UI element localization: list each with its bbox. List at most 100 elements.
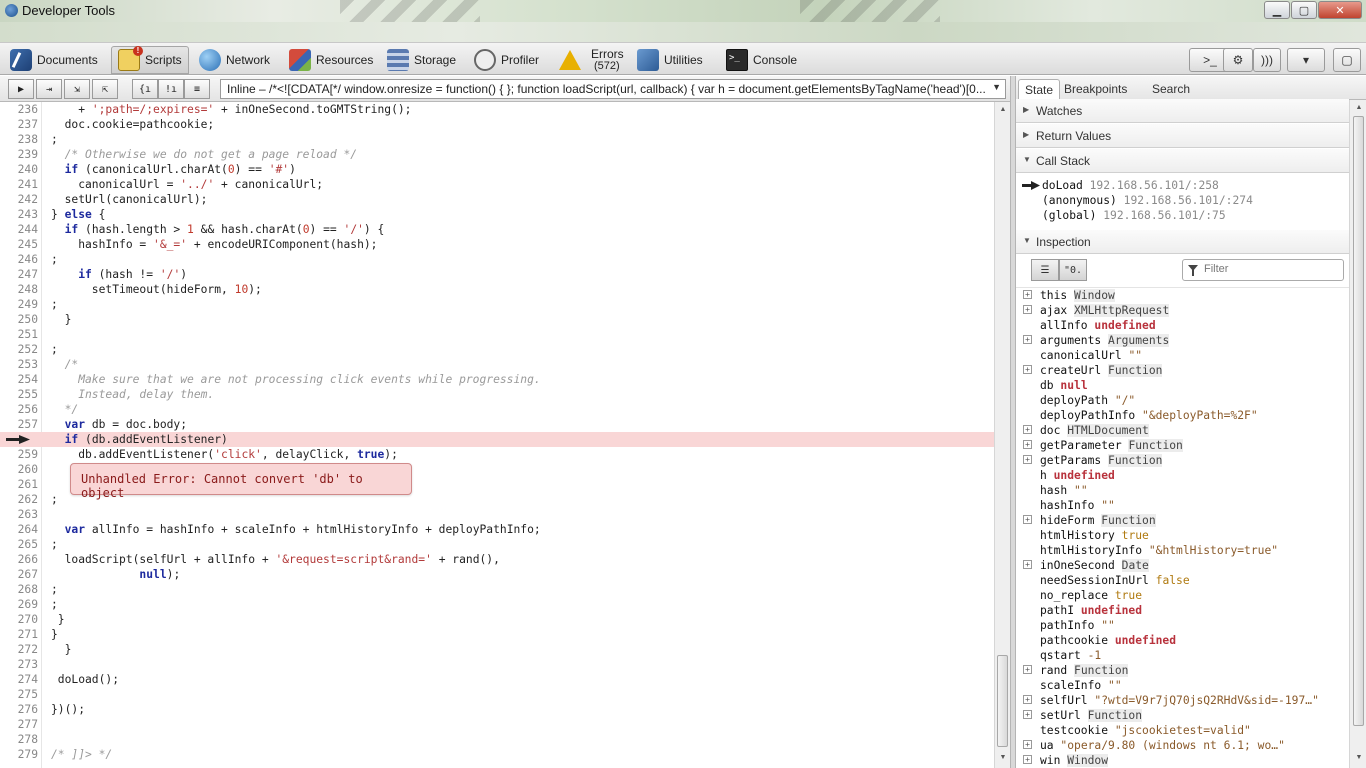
line-number[interactable]: 275 bbox=[0, 687, 38, 702]
inspection-variable-row[interactable]: + hideForm Function bbox=[1016, 513, 1349, 528]
line-number[interactable]: 257 bbox=[0, 417, 38, 432]
code-scrollbar-thumb[interactable] bbox=[997, 655, 1008, 747]
line-number[interactable]: 252 bbox=[0, 342, 38, 357]
inspection-variable-row[interactable]: + win Window bbox=[1016, 753, 1349, 768]
inspection-section[interactable]: ▼ Inspection bbox=[1016, 230, 1349, 254]
line-number[interactable]: 240 bbox=[0, 162, 38, 177]
tab-state[interactable]: State bbox=[1018, 79, 1061, 100]
line-number[interactable]: 268 bbox=[0, 582, 38, 597]
minimize-button[interactable]: ▁ bbox=[1264, 1, 1290, 19]
tab-storage[interactable]: Storage bbox=[381, 46, 462, 74]
continue-button[interactable]: ▶ bbox=[8, 79, 34, 99]
line-number[interactable]: 239 bbox=[0, 147, 38, 162]
inspection-variable-row[interactable]: + inOneSecond Date bbox=[1016, 558, 1349, 573]
scroll-up-icon[interactable]: ▲ bbox=[998, 106, 1008, 114]
hide-default-properties-button[interactable]: "0. bbox=[1059, 259, 1087, 281]
inspection-variable-row[interactable]: + this Window bbox=[1016, 288, 1349, 303]
source-code-view[interactable]: 236 + ';path=/;expires=' + inOneSecond.t… bbox=[0, 102, 1010, 768]
watches-section[interactable]: ▶ Watches bbox=[1016, 99, 1349, 123]
line-number[interactable]: 266 bbox=[0, 552, 38, 567]
line-number[interactable]: 271 bbox=[0, 627, 38, 642]
tab-profiler[interactable]: Profiler bbox=[468, 46, 545, 74]
line-number[interactable]: 241 bbox=[0, 177, 38, 192]
inspection-variable-row[interactable]: + selfUrl "?wtd=V9r7jQ70jsQ2RHdV&sid=-197… bbox=[1016, 693, 1349, 708]
inspection-variable-row[interactable]: + getParams Function bbox=[1016, 453, 1349, 468]
inspection-variable-row[interactable]: + setUrl Function bbox=[1016, 708, 1349, 723]
call-stack-frame[interactable]: doLoad 192.168.56.101/:258 bbox=[1016, 178, 1349, 193]
state-panel-scrollbar-thumb[interactable] bbox=[1353, 116, 1364, 726]
expand-plus-icon[interactable]: + bbox=[1023, 425, 1032, 434]
return-values-section[interactable]: ▶ Return Values bbox=[1016, 124, 1349, 148]
line-number[interactable]: 272 bbox=[0, 642, 38, 657]
expand-plus-icon[interactable]: + bbox=[1023, 365, 1032, 374]
line-number[interactable]: 263 bbox=[0, 507, 38, 522]
scroll-up-icon[interactable]: ▲ bbox=[1354, 104, 1364, 112]
tab-utilities[interactable]: Utilities bbox=[631, 46, 709, 74]
expand-plus-icon[interactable]: + bbox=[1023, 440, 1032, 449]
state-panel-scrollbar[interactable]: ▲ ▼ bbox=[1349, 100, 1366, 768]
stop-at-error-button[interactable]: !ı bbox=[158, 79, 184, 99]
stop-at-exception-button[interactable]: {ı bbox=[132, 79, 158, 99]
line-number[interactable]: 267 bbox=[0, 567, 38, 582]
tab-scripts[interactable]: Scripts bbox=[111, 46, 189, 74]
line-number[interactable]: 254 bbox=[0, 372, 38, 387]
scroll-down-icon[interactable]: ▼ bbox=[998, 754, 1008, 762]
line-number[interactable]: 279 bbox=[0, 747, 38, 762]
call-stack-frame[interactable]: (global) 192.168.56.101/:75 bbox=[1016, 208, 1349, 223]
line-number[interactable]: 237 bbox=[0, 117, 38, 132]
line-number[interactable]: 247 bbox=[0, 267, 38, 282]
step-into-button[interactable]: ⇥ bbox=[36, 79, 62, 99]
inspection-variable-row[interactable]: + ua "opera/9.80 (windows nt 6.1; wo…" bbox=[1016, 738, 1349, 753]
expand-plus-icon[interactable]: + bbox=[1023, 755, 1032, 764]
line-number[interactable]: 274 bbox=[0, 672, 38, 687]
line-number[interactable]: 255 bbox=[0, 387, 38, 402]
expand-plus-icon[interactable]: + bbox=[1023, 305, 1032, 314]
line-number[interactable]: 238 bbox=[0, 132, 38, 147]
line-number[interactable]: 248 bbox=[0, 282, 38, 297]
line-number[interactable]: 249 bbox=[0, 297, 38, 312]
line-number[interactable]: 265 bbox=[0, 537, 38, 552]
scroll-down-icon[interactable]: ▼ bbox=[1354, 754, 1364, 762]
step-over-button[interactable]: ⇲ bbox=[64, 79, 90, 99]
tab-breakpoints[interactable]: Breakpoints bbox=[1058, 79, 1133, 100]
pretty-print-button[interactable]: ≡ bbox=[184, 79, 210, 99]
inspection-variable-row[interactable]: + createUrl Function bbox=[1016, 363, 1349, 378]
inspection-variable-row[interactable]: + getParameter Function bbox=[1016, 438, 1349, 453]
call-stack-section[interactable]: ▼ Call Stack bbox=[1016, 149, 1349, 173]
line-number[interactable]: 259 bbox=[0, 447, 38, 462]
line-number[interactable]: 276 bbox=[0, 702, 38, 717]
inspection-variable-row[interactable]: + arguments Arguments bbox=[1016, 333, 1349, 348]
line-number[interactable]: 273 bbox=[0, 657, 38, 672]
line-number[interactable]: 250 bbox=[0, 312, 38, 327]
tab-resources[interactable]: Resources bbox=[283, 46, 379, 74]
line-number[interactable]: 278 bbox=[0, 732, 38, 747]
settings-button[interactable]: ⚙ bbox=[1223, 48, 1253, 72]
close-button[interactable]: ✕ bbox=[1318, 1, 1362, 19]
filter-input[interactable]: Filter bbox=[1182, 259, 1344, 281]
line-number[interactable]: 245 bbox=[0, 237, 38, 252]
line-number[interactable]: 246 bbox=[0, 252, 38, 267]
expand-plus-icon[interactable]: + bbox=[1023, 455, 1032, 464]
tab-network[interactable]: Network bbox=[193, 46, 276, 74]
line-number[interactable]: 260 bbox=[0, 462, 38, 477]
line-number[interactable]: 244 bbox=[0, 222, 38, 237]
expand-plus-icon[interactable]: + bbox=[1023, 740, 1032, 749]
line-number[interactable]: 261 bbox=[0, 477, 38, 492]
line-number[interactable]: 269 bbox=[0, 597, 38, 612]
line-number[interactable]: 243 bbox=[0, 207, 38, 222]
line-number[interactable]: 251 bbox=[0, 327, 38, 342]
script-selector[interactable]: Inline – /*<![CDATA[*/ window.onresize =… bbox=[220, 79, 1006, 99]
code-scrollbar[interactable]: ▲ ▼ bbox=[994, 102, 1010, 768]
maximize-button[interactable]: ▢ bbox=[1291, 1, 1317, 19]
expand-plus-icon[interactable]: + bbox=[1023, 515, 1032, 524]
line-number[interactable]: 270 bbox=[0, 612, 38, 627]
line-number[interactable]: 242 bbox=[0, 192, 38, 207]
step-out-button[interactable]: ⇱ bbox=[92, 79, 118, 99]
line-number[interactable]: 253 bbox=[0, 357, 38, 372]
expand-plus-icon[interactable]: + bbox=[1023, 665, 1032, 674]
dock-menu-button[interactable]: ▾ bbox=[1287, 48, 1325, 72]
call-stack-frame[interactable]: (anonymous) 192.168.56.101/:274 bbox=[1016, 193, 1349, 208]
tab-search[interactable]: Search bbox=[1146, 79, 1196, 100]
inspection-variable-row[interactable]: + ajax XMLHttpRequest bbox=[1016, 303, 1349, 318]
inspection-variable-row[interactable]: + rand Function bbox=[1016, 663, 1349, 678]
